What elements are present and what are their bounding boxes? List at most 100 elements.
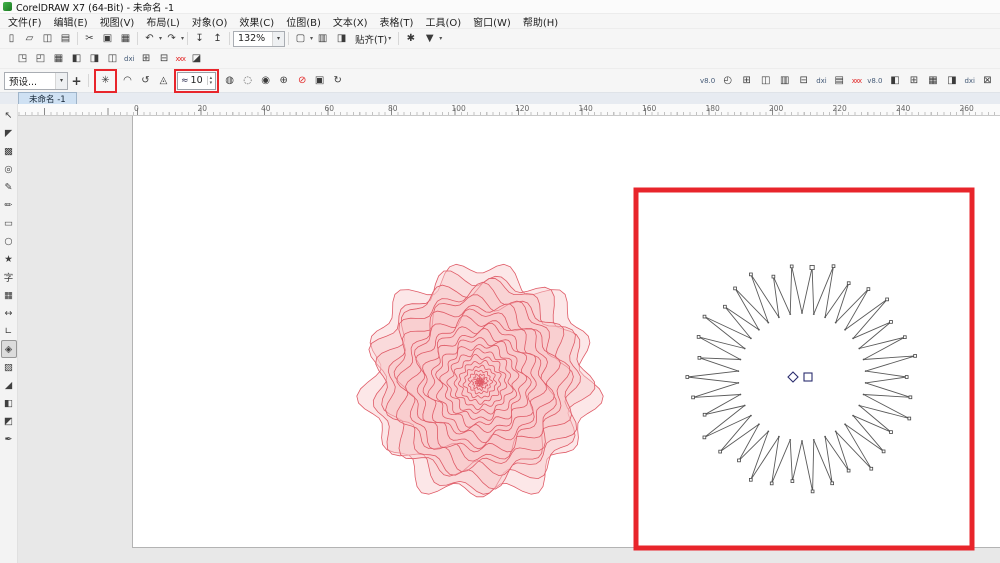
random-distortion-button[interactable]: ◍ xyxy=(221,73,238,89)
distort-tool[interactable]: ◈ xyxy=(1,340,17,358)
application-launcher-icon[interactable]: ▼ xyxy=(421,31,438,47)
docked-icon[interactable]: ⊠ xyxy=(979,73,996,89)
zoom-level-combo[interactable]: 132% ▾ xyxy=(233,31,285,47)
document-tab[interactable]: 未命名 -1 xyxy=(18,92,77,104)
chevron-down-icon[interactable]: ▾ xyxy=(310,35,313,42)
artistic-media-tool[interactable]: ✏ xyxy=(1,196,17,214)
spinner-steppers[interactable]: ▴▾ xyxy=(207,76,213,85)
interactive-fill-tool[interactable]: ◧ xyxy=(1,394,17,412)
convert-to-curves-button[interactable]: ↻ xyxy=(329,73,346,89)
docked-icon[interactable]: ◧ xyxy=(886,73,903,89)
text-tool[interactable]: 字 xyxy=(1,268,17,286)
docked-icon[interactable]: ◴ xyxy=(719,73,736,89)
menu-item[interactable]: 布局(L) xyxy=(140,14,185,29)
open-icon[interactable]: ▱ xyxy=(21,31,38,47)
table-tool[interactable]: ▦ xyxy=(1,286,17,304)
chevron-down-icon[interactable]: ▾ xyxy=(55,73,67,89)
docked-icon[interactable]: ▦ xyxy=(924,73,941,89)
row2-position-icon[interactable]: ◰ xyxy=(32,51,49,67)
horizontal-ruler[interactable]: 020406080100120140160180200220240260 xyxy=(18,104,1000,116)
ellipse-tool[interactable]: ○ xyxy=(1,232,17,250)
redo-icon[interactable]: ↷ xyxy=(163,31,180,47)
options-icon[interactable]: ✱ xyxy=(402,31,419,47)
row2-corner-icon[interactable]: ◪ xyxy=(188,51,205,67)
zoom-tool[interactable]: ◎ xyxy=(1,160,17,178)
docked-version-chip[interactable]: v8.0 xyxy=(865,73,884,89)
crop-tool[interactable]: ▩ xyxy=(1,142,17,160)
menu-item[interactable]: 文件(F) xyxy=(2,14,48,29)
docked-xxx-chip[interactable]: xxx xyxy=(850,73,863,89)
docked-icon[interactable]: ◨ xyxy=(943,73,960,89)
menu-item[interactable]: 工具(O) xyxy=(419,14,467,29)
menu-item[interactable]: 位图(B) xyxy=(280,14,327,29)
row2-grid-icon[interactable]: ▦ xyxy=(50,51,67,67)
docked-icon[interactable]: ▤ xyxy=(831,73,848,89)
menu-item[interactable]: 对象(O) xyxy=(186,14,234,29)
import-icon[interactable]: ↧ xyxy=(191,31,208,47)
docked-version-chip[interactable]: v8.0 xyxy=(698,73,717,89)
parallel-dimension-tool[interactable]: ↔ xyxy=(1,304,17,322)
docked-icon[interactable]: ◫ xyxy=(757,73,774,89)
connector-tool[interactable]: ∟ xyxy=(1,322,17,340)
row2-add-icon[interactable]: ⊞ xyxy=(138,51,155,67)
twister-distortion-button[interactable]: ↺ xyxy=(137,73,154,89)
pick-tool[interactable]: ↖ xyxy=(1,106,17,124)
zipper-amplitude-spinner[interactable]: ≈ 10 ▴▾ xyxy=(177,72,216,90)
menu-item[interactable]: 视图(V) xyxy=(94,14,141,29)
rectangle-tool[interactable]: ▭ xyxy=(1,214,17,232)
chevron-down-icon[interactable]: ▾ xyxy=(272,32,284,46)
view-quality-icon[interactable]: ▥ xyxy=(314,31,331,47)
docked-dxi-chip[interactable]: dxi xyxy=(814,73,829,89)
chevron-down-icon[interactable]: ▾ xyxy=(439,35,442,42)
add-preset-button[interactable]: + xyxy=(68,73,85,89)
full-screen-preview-icon[interactable]: ▢ xyxy=(292,31,309,47)
preset-combo[interactable]: 预设... ▾ xyxy=(4,72,68,90)
docked-icon[interactable]: ⊞ xyxy=(905,73,922,89)
menu-item[interactable]: 表格(T) xyxy=(374,14,420,29)
docked-dxi-chip[interactable]: dxi xyxy=(962,73,977,89)
row2-transform-icon[interactable]: ◳ xyxy=(14,51,31,67)
menu-item[interactable]: 帮助(H) xyxy=(517,14,564,29)
polygon-tool[interactable]: ★ xyxy=(1,250,17,268)
drawing-canvas[interactable] xyxy=(18,116,1000,563)
docked-icon[interactable]: ⊞ xyxy=(738,73,755,89)
local-distortion-button[interactable]: ◉ xyxy=(257,73,274,89)
smooth-distortion-button[interactable]: ◌ xyxy=(239,73,256,89)
row2-remove-icon[interactable]: ⊟ xyxy=(156,51,173,67)
zipper-distortion-button[interactable]: ✳ xyxy=(97,73,114,89)
row2-xxx-chip[interactable]: xxx xyxy=(174,51,187,67)
outline-pen-tool[interactable]: ✒ xyxy=(1,430,17,448)
paste-icon[interactable]: ▦ xyxy=(117,31,134,47)
menu-item[interactable]: 效果(C) xyxy=(233,14,280,29)
menu-item[interactable]: 窗口(W) xyxy=(467,14,517,29)
distortion-settings-button[interactable]: ◬ xyxy=(155,73,172,89)
chevron-down-icon[interactable]: ▾ xyxy=(181,35,184,42)
row2-save-icon[interactable]: ◫ xyxy=(104,51,121,67)
clear-distortion-button[interactable]: ⊘ xyxy=(293,73,310,89)
new-document-icon[interactable]: ▯ xyxy=(3,31,20,47)
row2-fill-right-icon[interactable]: ◨ xyxy=(86,51,103,67)
save-icon[interactable]: ◫ xyxy=(39,31,56,47)
row2-dxi-chip[interactable]: dxi xyxy=(122,51,137,67)
print-icon[interactable]: ▤ xyxy=(57,31,74,47)
transparency-tool[interactable]: ▨ xyxy=(1,358,17,376)
preview-mode-icon[interactable]: ◨ xyxy=(333,31,350,47)
spinner-down-icon[interactable]: ▾ xyxy=(210,81,213,86)
menu-item[interactable]: 文本(X) xyxy=(327,14,374,29)
undo-icon[interactable]: ↶ xyxy=(141,31,158,47)
copy-icon[interactable]: ▣ xyxy=(99,31,116,47)
snap-dropdown[interactable]: 贴齐(T) ▾ xyxy=(351,32,395,46)
center-distortion-button[interactable]: ⊕ xyxy=(275,73,292,89)
shape-tool[interactable]: ◤ xyxy=(1,124,17,142)
color-eyedropper-tool[interactable]: ◢ xyxy=(1,376,17,394)
docked-icon[interactable]: ⊟ xyxy=(795,73,812,89)
cut-icon[interactable]: ✂ xyxy=(81,31,98,47)
freehand-tool[interactable]: ✎ xyxy=(1,178,17,196)
copy-distortion-button[interactable]: ▣ xyxy=(311,73,328,89)
chevron-down-icon[interactable]: ▾ xyxy=(159,35,162,42)
docked-icon[interactable]: ▥ xyxy=(776,73,793,89)
row2-fill-left-icon[interactable]: ◧ xyxy=(68,51,85,67)
smart-fill-tool[interactable]: ◩ xyxy=(1,412,17,430)
menu-item[interactable]: 编辑(E) xyxy=(48,14,94,29)
export-icon[interactable]: ↥ xyxy=(209,31,226,47)
